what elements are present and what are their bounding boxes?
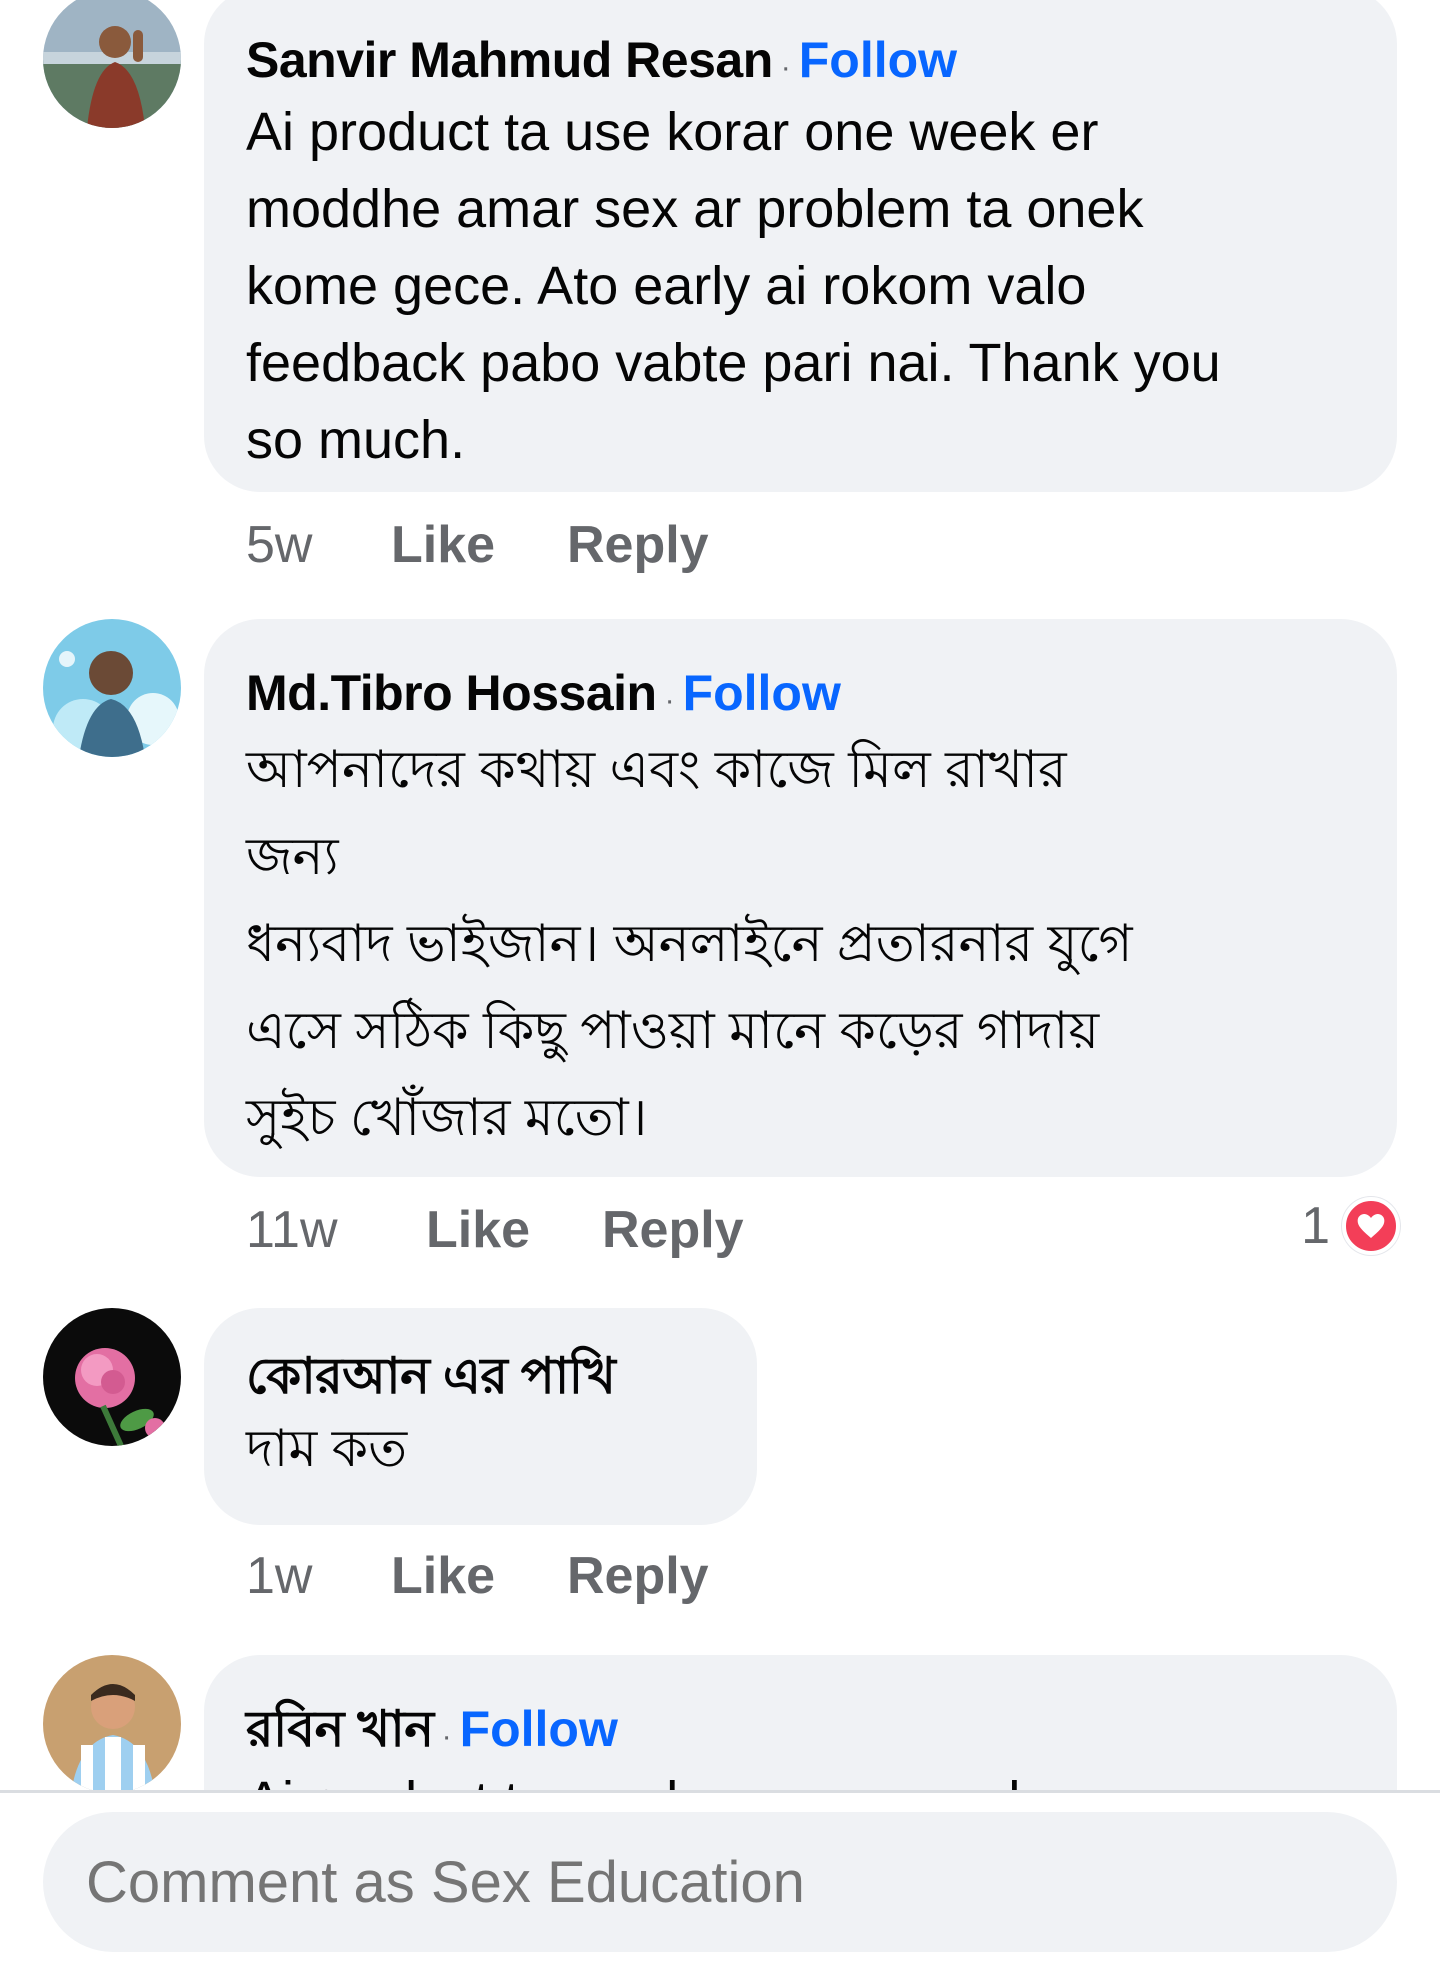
comment-text-line: জন্য xyxy=(246,828,339,886)
reaction-count: 1 xyxy=(1301,1197,1330,1255)
follow-button[interactable]: Follow xyxy=(460,1699,618,1759)
reply-button[interactable]: Reply xyxy=(567,1546,709,1606)
comment-author[interactable]: Sanvir Mahmud Resan xyxy=(246,30,773,90)
comment-text: আপনাদের কথায় এবং কাজে মিল রাখার জন্য ধন… xyxy=(246,727,1355,1162)
comment-bubble: Md.Tibro Hossain · Follow আপনাদের কথায় … xyxy=(204,619,1397,1177)
comment-author[interactable]: Md.Tibro Hossain xyxy=(246,663,657,723)
comment-text: দাম কত xyxy=(246,1406,715,1493)
reaction-summary[interactable]: 1 xyxy=(1301,1186,1400,1266)
like-button[interactable]: Like xyxy=(391,1546,567,1606)
comment-text-line: feedback pabo vabte pari nai. Thank you xyxy=(246,333,1221,393)
heart-icon xyxy=(1342,1197,1400,1255)
comment-bubble: রবিন খান · Follow Ai product ta use kora… xyxy=(204,1655,1397,1790)
comment-author[interactable]: কোরআন এর পাখি xyxy=(246,1346,616,1406)
avatar[interactable] xyxy=(43,0,181,128)
comment-actions: 1w Like Reply xyxy=(246,1536,709,1616)
comment-text-line: ধন্যবাদ ভাইজান। অনলাইনে প্রতারনার যুগে xyxy=(246,915,1133,973)
comment-timestamp[interactable]: 1w xyxy=(246,1546,391,1606)
avatar-photo xyxy=(43,1655,181,1790)
comment-timestamp[interactable]: 11w xyxy=(246,1200,426,1260)
comment-timestamp[interactable]: 5w xyxy=(246,515,391,575)
comment-actions: 5w Like Reply xyxy=(246,505,709,585)
like-button[interactable]: Like xyxy=(426,1200,602,1260)
avatar[interactable] xyxy=(43,619,181,757)
comment-text-line: Ai product ta use korar one week er xyxy=(246,1763,1355,1790)
comment-feed: Sanvir Mahmud Resan · Follow Ai product … xyxy=(0,0,1440,1790)
avatar[interactable] xyxy=(43,1308,181,1446)
comment-actions: 11w Like Reply xyxy=(246,1190,744,1270)
comment-bubble: কোরআন এর পাখি দাম কত xyxy=(204,1308,757,1525)
follow-button[interactable]: Follow xyxy=(799,30,957,90)
comment-text-line: দাম কত xyxy=(246,1420,408,1478)
avatar-photo xyxy=(43,1308,181,1446)
comment-text-line: সুইচ খোঁজার মতো। xyxy=(246,1089,648,1147)
separator-dot: · xyxy=(780,51,791,84)
like-button[interactable]: Like xyxy=(391,515,567,575)
comment-text: Ai product ta use korar one week er xyxy=(246,1763,1355,1790)
reply-button[interactable]: Reply xyxy=(602,1200,744,1260)
comment-text-line: kome gece. Ato early ai rokom valo xyxy=(246,256,1087,316)
separator-dot: · xyxy=(441,1720,452,1753)
comment-text-line: এসে সঠিক কিছু পাওয়া মানে কড়ের গাদায় xyxy=(246,1002,1100,1060)
comment-text-line: Ai product ta use korar one week er xyxy=(246,102,1099,162)
comment-text-line: moddhe amar sex ar problem ta onek xyxy=(246,179,1144,239)
avatar-photo xyxy=(43,619,181,757)
separator-dot: · xyxy=(664,684,675,717)
follow-button[interactable]: Follow xyxy=(683,663,841,723)
comment-text: Ai product ta use korar one week er modd… xyxy=(246,94,1355,479)
comment-author[interactable]: রবিন খান xyxy=(246,1699,434,1759)
avatar-photo xyxy=(43,0,181,128)
comment-text-line: so much. xyxy=(246,410,466,470)
reply-button[interactable]: Reply xyxy=(567,515,709,575)
comment-text-line: আপনাদের কথায় এবং কাজে মিল রাখার xyxy=(246,741,1067,799)
comment-composer xyxy=(0,1793,1440,1972)
comment-input[interactable] xyxy=(43,1812,1397,1952)
comment-bubble: Sanvir Mahmud Resan · Follow Ai product … xyxy=(204,0,1397,492)
avatar[interactable] xyxy=(43,1655,181,1790)
